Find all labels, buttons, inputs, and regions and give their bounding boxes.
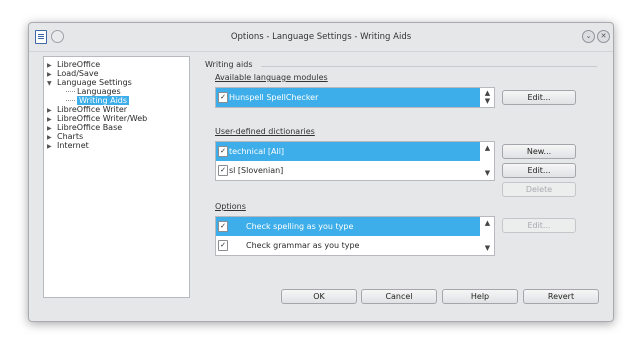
tree-item-label: Languages (77, 87, 121, 96)
list-item-label: sl [Slovenian] (229, 166, 284, 175)
scroll-up-icon[interactable]: ▲ (483, 90, 492, 97)
tree-item-languages[interactable]: Languages (66, 87, 121, 96)
dictionary-new-button[interactable]: New... (502, 144, 576, 159)
ok-button[interactable]: OK (281, 289, 357, 304)
tree-item-writer[interactable]: ▶ LibreOffice Writer (47, 105, 127, 114)
title-bar: Options - Language Settings - Writing Ai… (29, 23, 613, 52)
tree-item-libreoffice[interactable]: ▶ LibreOffice (47, 60, 100, 69)
options-edit-button[interactable]: Edit... (502, 218, 576, 233)
expand-icon[interactable]: ▶ (47, 144, 53, 150)
collapse-icon[interactable]: ▼ (47, 81, 53, 87)
dictionaries-list[interactable]: ✓ technical [All] ✓ sl [Slovenian] ▲ ▼ (215, 141, 495, 181)
modules-list[interactable]: ✓ Hunspell SpellChecker ▲ ▼ (215, 87, 495, 108)
modules-edit-button[interactable]: Edit... (502, 90, 576, 105)
options-list[interactable]: ✓ Check spelling as you type ✓ Check gra… (215, 216, 495, 256)
tree-item-label: Language Settings (57, 78, 132, 87)
scroll-up-icon[interactable]: ▲ (483, 220, 492, 227)
window-title: Options - Language Settings - Writing Ai… (230, 32, 412, 42)
list-item[interactable]: ✓ Check grammar as you type (216, 236, 480, 255)
help-button[interactable]: Help (442, 289, 518, 304)
list-item-label: Check spelling as you type (246, 222, 354, 231)
modules-label: Available language modules (215, 73, 328, 82)
dictionary-edit-button[interactable]: Edit... (502, 163, 576, 178)
tree-item-label: Internet (57, 141, 89, 150)
scroll-up-icon[interactable]: ▲ (483, 145, 492, 152)
scroll-down-icon[interactable]: ▼ (483, 245, 492, 252)
checkbox[interactable]: ✓ (218, 221, 228, 232)
tree-item-base[interactable]: ▶ LibreOffice Base (47, 123, 122, 132)
tree-item-label: LibreOffice Writer/Web (57, 114, 148, 123)
list-item[interactable]: ✓ Hunspell SpellChecker (216, 88, 480, 107)
dictionaries-label: User-defined dictionaries (215, 127, 315, 136)
close-icon[interactable]: ✕ (597, 30, 610, 43)
group-divider (261, 66, 597, 67)
revert-button[interactable]: Revert (523, 289, 599, 304)
scroll-down-icon[interactable]: ▼ (483, 98, 492, 105)
checkbox[interactable]: ✓ (218, 240, 228, 251)
minimize-icon[interactable]: ⌄ (582, 30, 595, 43)
list-item-label: technical [All] (229, 147, 285, 156)
tree-item-label: LibreOffice (57, 60, 101, 69)
tree-connector (66, 91, 75, 92)
tree-item-language-settings[interactable]: ▼ Language Settings (47, 78, 132, 87)
options-tree[interactable]: ▶ LibreOffice ▶ Load/Save ▼ Language Settin… (43, 56, 190, 298)
tree-item-label: Charts (57, 132, 84, 141)
tree-item-load-save[interactable]: ▶ Load/Save (47, 69, 99, 78)
list-item[interactable]: ✓ technical [All] (216, 142, 480, 161)
scrollbar[interactable]: ▲ ▼ (481, 142, 494, 180)
checkbox[interactable]: ✓ (218, 165, 228, 176)
tree-item-label: Writing Aids (77, 96, 130, 105)
scrollbar[interactable]: ▲ ▼ (481, 217, 494, 255)
group-title-writing-aids: Writing aids (205, 60, 253, 69)
scrollbar[interactable]: ▲ ▼ (481, 88, 494, 107)
writing-aids-panel: Writing aids Available language modules … (197, 56, 599, 278)
dictionary-delete-button[interactable]: Delete (502, 182, 576, 197)
list-item-label: Hunspell SpellChecker (229, 93, 319, 102)
tree-item-label: LibreOffice Writer (57, 105, 128, 114)
tree-item-charts[interactable]: ▶ Charts (47, 132, 83, 141)
list-item[interactable]: ✓ sl [Slovenian] (216, 161, 480, 180)
options-dialog: Options - Language Settings - Writing Ai… (28, 22, 614, 322)
tree-item-label: Load/Save (57, 69, 99, 78)
tree-item-writing-aids[interactable]: Writing Aids (66, 96, 130, 105)
tree-item-internet[interactable]: ▶ Internet (47, 141, 89, 150)
list-item[interactable]: ✓ Check spelling as you type (216, 217, 480, 236)
checkbox[interactable]: ✓ (218, 146, 228, 157)
tree-item-label: LibreOffice Base (57, 123, 123, 132)
options-label: Options (215, 202, 246, 211)
cancel-button[interactable]: Cancel (361, 289, 437, 304)
checkbox[interactable]: ✓ (218, 92, 228, 103)
tree-connector (66, 100, 75, 101)
list-item-label: Check grammar as you type (246, 241, 360, 250)
tree-item-writer-web[interactable]: ▶ LibreOffice Writer/Web (47, 114, 147, 123)
scroll-down-icon[interactable]: ▼ (483, 170, 492, 177)
